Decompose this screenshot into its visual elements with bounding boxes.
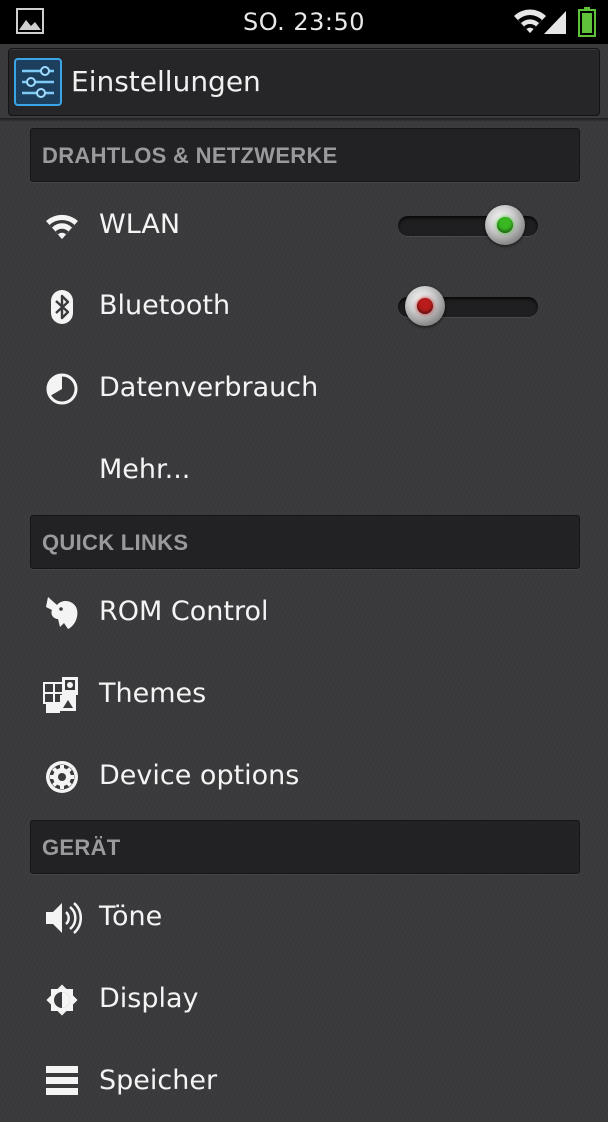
settings-item-label: Mehr...: [99, 454, 191, 485]
section-header-label: GERÄT: [42, 835, 121, 860]
wlan-toggle[interactable]: [396, 205, 540, 245]
speaker-icon: [42, 898, 83, 938]
page-title: Einstellungen: [71, 65, 261, 98]
battery-icon: [578, 7, 596, 41]
settings-item-label: Bluetooth: [99, 290, 231, 321]
settings-item-storage[interactable]: Speicher: [0, 1040, 608, 1122]
settings-item-label: ROM Control: [99, 596, 269, 627]
settings-item-label: WLAN: [99, 209, 181, 240]
storage-icon: [42, 1062, 82, 1102]
settings-sliders-icon[interactable]: [14, 58, 62, 110]
wifi-icon: [42, 206, 82, 246]
settings-item-data-usage[interactable]: Datenverbrauch: [0, 347, 608, 429]
signal-icon: [544, 9, 568, 39]
section-header-label: DRAHTLOS & NETZWERKE: [42, 143, 338, 168]
settings-item-label: Datenverbrauch: [99, 372, 319, 403]
settings-item-label: Display: [99, 983, 199, 1014]
brightness-icon: [42, 980, 82, 1020]
settings-item-sounds[interactable]: Töne: [0, 876, 608, 958]
section-header-wireless: DRAHTLOS & NETZWERKE: [30, 128, 580, 182]
status-bar: SO. 23:50: [0, 0, 608, 44]
bluetooth-toggle[interactable]: [396, 286, 540, 326]
settings-item-more[interactable]: Mehr...: [0, 429, 608, 511]
toggle-knob-on[interactable]: [485, 205, 525, 245]
toggle-knob-off[interactable]: [405, 286, 445, 326]
settings-item-label: Speicher: [99, 1065, 218, 1096]
settings-item-wlan[interactable]: WLAN: [0, 184, 608, 266]
settings-item-label: Töne: [99, 901, 163, 932]
action-bar: Einstellungen: [8, 48, 600, 116]
settings-item-themes[interactable]: Themes: [0, 653, 608, 735]
action-bar-shadow: [0, 118, 608, 122]
section-header-quick-links: QUICK LINKS: [30, 515, 580, 569]
unicorn-icon: [42, 593, 82, 633]
data-usage-icon: [42, 369, 82, 409]
settings-item-device-options[interactable]: Device options: [0, 735, 608, 817]
bluetooth-icon: [42, 287, 82, 327]
gear-icon: [42, 757, 82, 797]
wifi-icon: [514, 8, 546, 38]
section-header-label: QUICK LINKS: [42, 530, 189, 555]
settings-item-display[interactable]: Display: [0, 958, 608, 1040]
settings-item-bluetooth[interactable]: Bluetooth: [0, 265, 608, 347]
settings-item-label: Device options: [99, 760, 300, 791]
section-header-device: GERÄT: [30, 820, 580, 874]
settings-item-label: Themes: [99, 678, 207, 709]
themes-icon: [42, 675, 82, 715]
settings-item-rom-control[interactable]: ROM Control: [0, 571, 608, 653]
